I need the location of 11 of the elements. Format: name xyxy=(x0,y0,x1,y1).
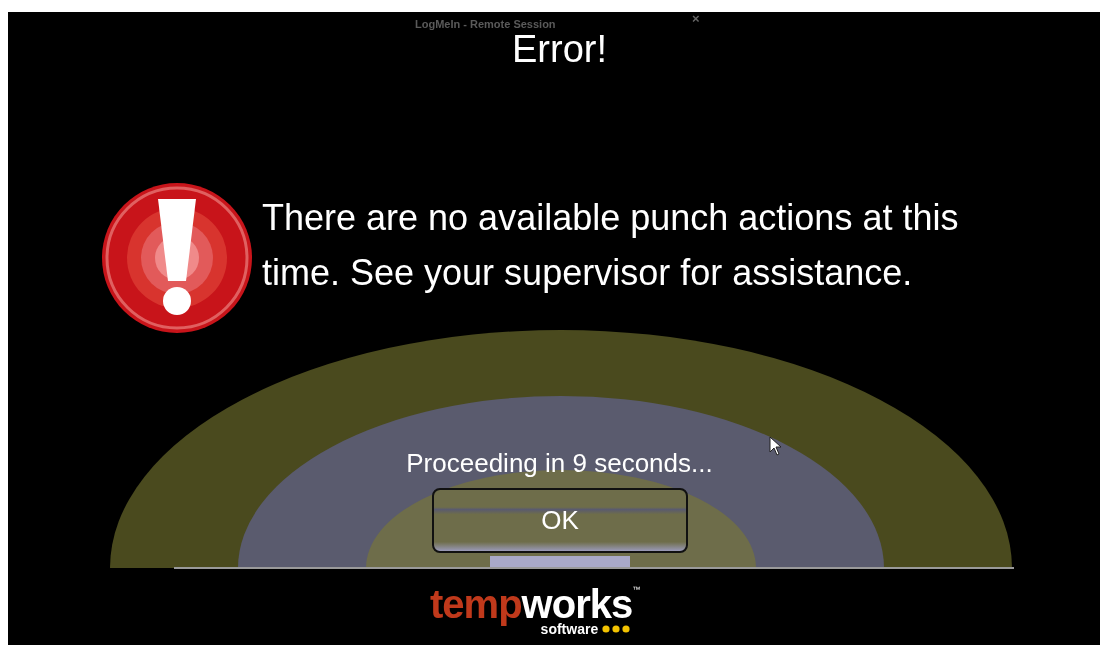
cursor-icon xyxy=(769,436,783,456)
error-message: There are no available punch actions at this time. See your supervisor for assistance. xyxy=(262,196,960,295)
trademark-mark: ™ xyxy=(632,586,641,594)
countdown-text: Proceeding in 9 seconds... xyxy=(405,447,713,480)
warning-icon xyxy=(100,181,254,335)
dots-icon xyxy=(602,625,633,633)
logo-text: temp xyxy=(430,584,522,624)
logo-text: works xyxy=(521,584,633,624)
close-button[interactable]: × xyxy=(692,12,700,25)
ok-button[interactable]: OK xyxy=(432,488,688,553)
logo-tagline: software xyxy=(540,622,599,636)
